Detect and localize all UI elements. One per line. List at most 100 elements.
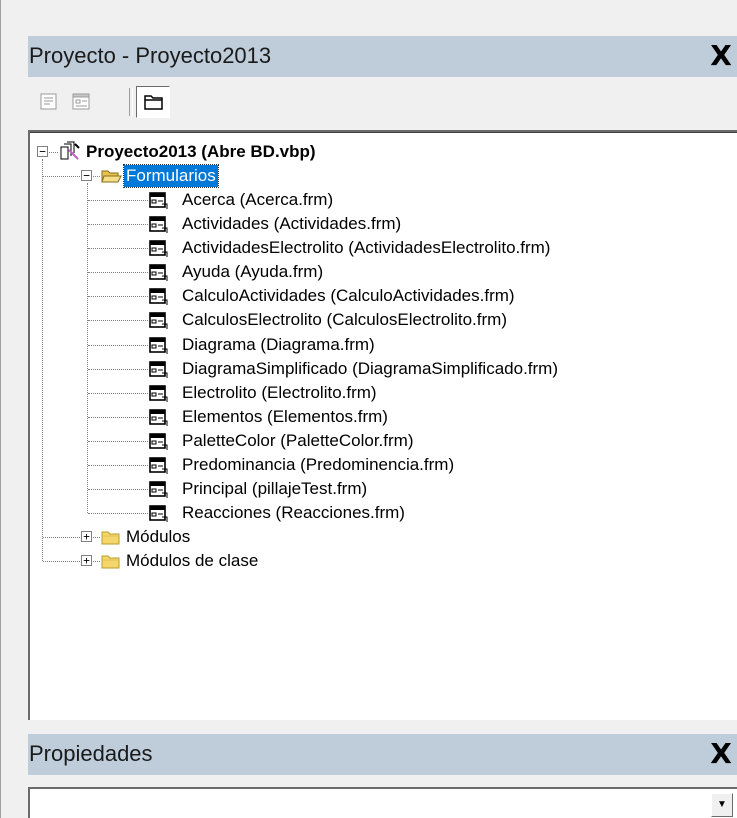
tree-form-item[interactable]: CalculosElectrolito (CalculosElectrolito…: [180, 308, 509, 332]
tree-form-item[interactable]: DiagramaSimplificado (DiagramaSimplifica…: [180, 357, 560, 381]
form-icon: [148, 190, 170, 211]
tree-item-label: Principal (pillajeTest.frm): [182, 479, 368, 498]
tree-form-item[interactable]: ActividadesElectrolito (ActividadesElect…: [180, 236, 552, 260]
tree-form-item[interactable]: Elementos (Elementos.frm): [180, 405, 390, 429]
tree-connector: [43, 537, 80, 538]
form-icon: [148, 455, 170, 476]
tree-item-label: Elementos (Elementos.frm): [182, 407, 388, 426]
tree-item-label: CalculosElectrolito (CalculosElectrolito…: [182, 310, 507, 329]
view-code-button[interactable]: [36, 90, 62, 114]
tree-connector: [88, 489, 148, 490]
form-icon: [148, 383, 170, 404]
form-icon: [148, 479, 170, 500]
tree-item-label: Ayuda (Ayuda.frm): [182, 262, 324, 281]
tree-connector: [88, 465, 148, 466]
tree-item-label: Acerca (Acerca.frm): [182, 190, 334, 209]
tree-form-item[interactable]: Reacciones (Reacciones.frm): [180, 501, 407, 525]
tree-form-item[interactable]: Predominancia (Predominencia.frm): [180, 453, 456, 477]
tree-form-item[interactable]: Electrolito (Electrolito.frm): [180, 381, 379, 405]
form-icon: [148, 214, 170, 235]
toggle-folders-button[interactable]: [136, 86, 170, 118]
tree-connector: [88, 345, 148, 346]
tree-connector: [88, 441, 148, 442]
tree-form-item[interactable]: CalculoActividades (CalculoActividades.f…: [180, 284, 517, 308]
project-explorer-close-button[interactable]: X: [709, 41, 733, 71]
tree-connector: [88, 393, 148, 394]
tree-connector: [88, 513, 148, 514]
view-code-icon: [40, 93, 57, 110]
toolbar-separator: [129, 88, 133, 116]
chevron-down-icon: ▼: [717, 799, 727, 810]
tree-item-label: PaletteColor (PaletteColor.frm): [182, 431, 414, 450]
tree-item-label: Reacciones (Reacciones.frm): [182, 503, 405, 522]
tree-folder[interactable]: Formularios: [123, 164, 219, 188]
tree-connector: [88, 224, 148, 225]
tree-connector: [88, 200, 148, 201]
folder-expand-toggle[interactable]: +: [81, 531, 92, 542]
tree-connector: [88, 272, 148, 273]
tree-item-label: Actividades (Actividades.frm): [182, 214, 402, 233]
tree-connector: [88, 320, 148, 321]
project-explorer-titlebar[interactable]: Proyecto - Proyecto2013 X: [28, 36, 737, 77]
tree-connector: [88, 417, 148, 418]
form-icon: [148, 310, 170, 331]
tree-item-label: Electrolito (Electrolito.frm): [182, 383, 377, 402]
tree-connector: [88, 296, 148, 297]
project-icon: [58, 141, 82, 163]
tree-form-item[interactable]: Diagrama (Diagrama.frm): [180, 333, 377, 357]
tree-connector: [93, 537, 100, 538]
tree-connector: [93, 561, 100, 562]
tree-border-shadow: [30, 132, 737, 133]
tree-root-label: Proyecto2013 (Abre BD.vbp): [86, 142, 316, 161]
tree-form-item[interactable]: Acerca (Acerca.frm): [180, 188, 335, 212]
folder-icon: [100, 528, 123, 547]
view-object-button[interactable]: [68, 90, 94, 114]
project-toolbar: [28, 80, 737, 124]
form-icon: [148, 359, 170, 380]
root-collapse-toggle[interactable]: −: [37, 146, 48, 157]
tree-folder-label: Módulos: [126, 527, 191, 546]
tree-folder-label: Formularios: [123, 164, 219, 188]
tree-connector: [88, 369, 148, 370]
tree-connector: [49, 152, 58, 153]
tree-item-label: DiagramaSimplificado (DiagramaSimplifica…: [182, 359, 559, 378]
tree-form-item[interactable]: Ayuda (Ayuda.frm): [180, 260, 325, 284]
form-icon: [148, 286, 170, 307]
form-icon: [148, 238, 170, 259]
tree-form-item[interactable]: Principal (pillajeTest.frm): [180, 477, 369, 501]
toggle-folders-icon: [144, 95, 163, 110]
tree-connector: [43, 561, 80, 562]
tree-folder[interactable]: Módulos: [124, 525, 192, 549]
tree-item-label: CalculoActividades (CalculoActividades.f…: [182, 286, 515, 305]
tree-connector: [43, 176, 80, 177]
project-tree[interactable]: − Proyecto2013 (Abre BD.vbp) − Formularios A…: [28, 130, 737, 720]
form-icon: [148, 262, 170, 283]
tree-connector: [42, 159, 43, 561]
form-icon: [148, 335, 170, 356]
tree-folder-label: Módulos de clase: [126, 551, 259, 570]
tree-item-label: ActividadesElectrolito (ActividadesElect…: [182, 238, 551, 257]
form-icon: [148, 431, 170, 452]
tree-form-item[interactable]: PaletteColor (PaletteColor.frm): [180, 429, 415, 453]
folder-icon: [100, 552, 123, 571]
tree-connector: [87, 183, 88, 513]
properties-close-button[interactable]: X: [709, 739, 733, 769]
tree-folder[interactable]: Módulos de clase: [124, 549, 260, 573]
tree-connector: [88, 248, 148, 249]
dropdown-arrow-button[interactable]: ▼: [711, 793, 733, 817]
object-selector-dropdown[interactable]: ▼: [28, 787, 737, 818]
project-explorer-title: Proyecto - Proyecto2013: [29, 43, 272, 68]
tree-connector: [93, 176, 100, 177]
properties-title: Propiedades: [29, 741, 153, 766]
tree-root-project[interactable]: Proyecto2013 (Abre BD.vbp): [84, 140, 318, 164]
open-folder-icon: [100, 167, 123, 186]
window-edge: [0, 0, 1, 818]
form-icon: [148, 503, 170, 524]
form-icon: [148, 407, 170, 428]
properties-titlebar[interactable]: Propiedades X: [28, 734, 737, 775]
folder-expand-toggle[interactable]: +: [81, 555, 92, 566]
folder-expand-toggle[interactable]: −: [81, 170, 92, 181]
view-object-icon: [72, 93, 90, 110]
tree-form-item[interactable]: Actividades (Actividades.frm): [180, 212, 403, 236]
tree-item-label: Predominancia (Predominencia.frm): [182, 455, 455, 474]
